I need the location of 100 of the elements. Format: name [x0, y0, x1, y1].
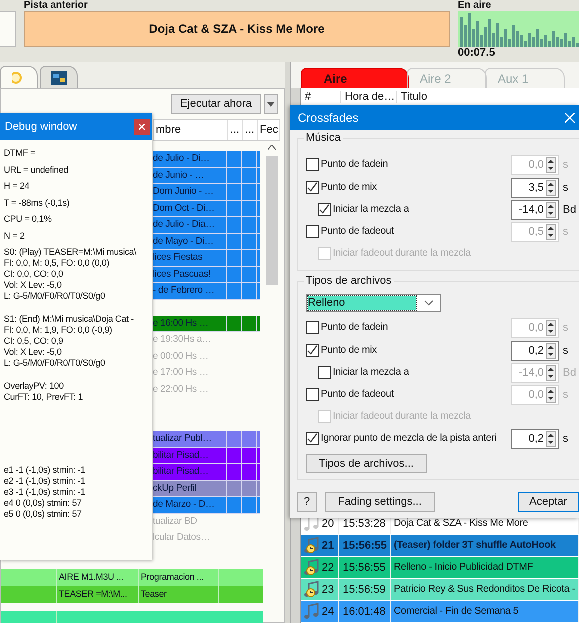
caret-icon — [267, 102, 275, 106]
table-cell-text: tualizar BD — [153, 514, 198, 528]
table-cell — [227, 480, 242, 497]
debug-line: N = 2 — [4, 230, 26, 243]
unit-label: s — [562, 158, 570, 170]
checkmark-icon — [307, 182, 318, 193]
column-header[interactable]: Fec — [258, 120, 280, 140]
table-cell: Comercial - Fin de Semana 5 — [391, 601, 579, 622]
debug-line: FI: 0,0, M: 0,5, FO: 0,0 (0,0) — [4, 258, 111, 269]
checkbox[interactable]: Punto de mix — [306, 181, 511, 194]
group-label: Música — [304, 132, 343, 144]
table-cell — [242, 283, 257, 300]
debug-line: S1: (End) M:\Mi musica\Doja Cat - — [4, 314, 135, 325]
unit-label: s — [562, 322, 570, 334]
table-cell: bilitar Pisad… — [153, 448, 227, 464]
debug-line: T = -88ms (-0,1s) — [4, 196, 71, 210]
group-label: Tipos de archivos — [304, 275, 394, 287]
table-cell: (Teaser) folder 3T shuffle AutoHook — [391, 535, 579, 556]
spinner-icon — [546, 180, 556, 196]
debug-line: CI: 0,0, CO: 0,0 — [4, 268, 64, 280]
table-cell — [242, 168, 257, 184]
table-cell: de Junio - … — [153, 168, 227, 184]
checkbox[interactable]: Iniciar la mezcla a — [318, 203, 511, 216]
unit-label: s — [562, 388, 570, 400]
fading-settings-button[interactable]: Fading settings... — [325, 492, 435, 512]
debug-line: CI: 0,5, CO: 0,9 — [4, 336, 64, 347]
debug-line: H = 24 — [4, 180, 31, 194]
accept-button[interactable]: Aceptar — [518, 492, 579, 512]
table-cell — [227, 316, 242, 332]
on-air-label: En aire — [458, 0, 492, 11]
table-row[interactable]: AIRE M1.M3U ... Programacion ... — [1, 569, 263, 586]
checkbox[interactable]: Punto de mix — [306, 344, 511, 357]
table-cell: de Julio - Di… — [153, 151, 227, 168]
table-cell — [227, 168, 242, 184]
spinner-icon — [546, 430, 556, 446]
file-type-select[interactable]: Relleno — [306, 294, 441, 312]
spinner-icon — [546, 342, 556, 358]
table-cell — [227, 217, 242, 234]
table-cell — [242, 234, 257, 250]
playlist-row[interactable]: 23 15:56:59 Patricio Rey & Sus Redonditos De Ricota - — [301, 579, 579, 601]
previous-track-box: Doja Cat & SZA - Kiss Me More — [24, 11, 450, 47]
debug-line: e2 -1 (-1,0s) stmin: -1 — [4, 476, 86, 487]
playlist-row[interactable]: 22 15:56:55 Relleno - Inicio Publicidad DTMF — [301, 557, 579, 579]
column-header[interactable]: mbre — [154, 120, 228, 140]
table-cell — [227, 266, 242, 283]
table-cell — [242, 217, 257, 234]
table-cell — [242, 448, 257, 464]
table-cell — [227, 464, 242, 480]
column-header[interactable]: ... — [228, 120, 243, 140]
spinner-icon — [546, 364, 556, 380]
scroll-thumb[interactable] — [266, 156, 278, 285]
checkbox[interactable]: Ignorar punto de mezcla de la pista anteri — [306, 432, 511, 445]
table-cell-text: e 00:00 Hs … — [153, 350, 210, 364]
checkbox[interactable]: Punto de fadeout — [306, 388, 511, 401]
playlist-row[interactable]: 24 16:01:48 Comercial - Fin de Semana 5 — [301, 601, 579, 623]
table-cell — [242, 266, 257, 283]
unit-label: s — [562, 226, 570, 238]
table-cell — [227, 431, 242, 448]
checkbox[interactable]: Iniciar la mezcla a — [318, 366, 511, 379]
playlist-row[interactable]: 21 15:56:55 (Teaser) folder 3T shuffle AutoHook — [301, 535, 579, 557]
column-header[interactable]: Titulo — [397, 90, 579, 102]
row-number: 20 — [322, 518, 334, 530]
run-now-button[interactable]: Ejecutar ahora — [171, 94, 261, 114]
scroll-up-icon — [268, 145, 276, 150]
checkmark-icon — [307, 433, 318, 444]
number-field[interactable]: 0,2 — [511, 340, 559, 360]
table-cell — [227, 283, 242, 300]
checkbox[interactable]: Punto de fadein — [306, 321, 511, 334]
unit-label: s — [562, 432, 570, 444]
help-button[interactable]: ? — [297, 492, 317, 512]
table-cell: bilitar Pisad… — [153, 464, 227, 480]
column-header[interactable]: ... — [243, 120, 258, 140]
debug-line: L: G-5/M0/F0/R0/T0/S0/g0 — [4, 358, 106, 369]
file-types-button[interactable]: Tipos de archivos... — [306, 454, 427, 473]
close-icon[interactable] — [565, 112, 575, 122]
table-cell: lices Fiestas — [153, 250, 227, 266]
table-cell — [227, 497, 242, 514]
chevron-down-icon — [424, 300, 434, 306]
close-button[interactable] — [134, 118, 150, 134]
playlist-tab[interactable]: Aire — [301, 68, 409, 88]
table-cell — [242, 497, 257, 514]
table-cell: de Mayo - Di… — [153, 234, 227, 250]
checkbox[interactable]: Punto de fadeout — [306, 225, 511, 238]
table-cell: Dom Oct - Di… — [153, 200, 227, 217]
debug-line: L: G-5/M0/F0/R0/T0/S0/g0 — [4, 290, 106, 302]
column-header[interactable]: # — [301, 90, 341, 102]
checkbox[interactable]: Punto de fadein — [306, 158, 511, 171]
table-row[interactable]: TEASER =M:\M... Teaser — [1, 586, 263, 603]
number-field[interactable]: 3,5 — [511, 178, 559, 198]
unit-label: Bd — [562, 204, 578, 216]
dropdown-button[interactable] — [264, 94, 278, 114]
number-field[interactable]: -14,0 — [511, 200, 559, 220]
number-field[interactable]: 0,2 — [511, 428, 559, 448]
column-header[interactable]: Hora de… — [341, 90, 397, 102]
row-number: 22 — [322, 562, 334, 574]
unit-label: s — [562, 344, 570, 356]
debug-line: e4 0 (0,0s) stmin: 57 — [4, 498, 83, 509]
row-number: 21 — [322, 540, 334, 552]
panel-tab[interactable] — [40, 66, 78, 88]
table-cell — [242, 184, 257, 200]
